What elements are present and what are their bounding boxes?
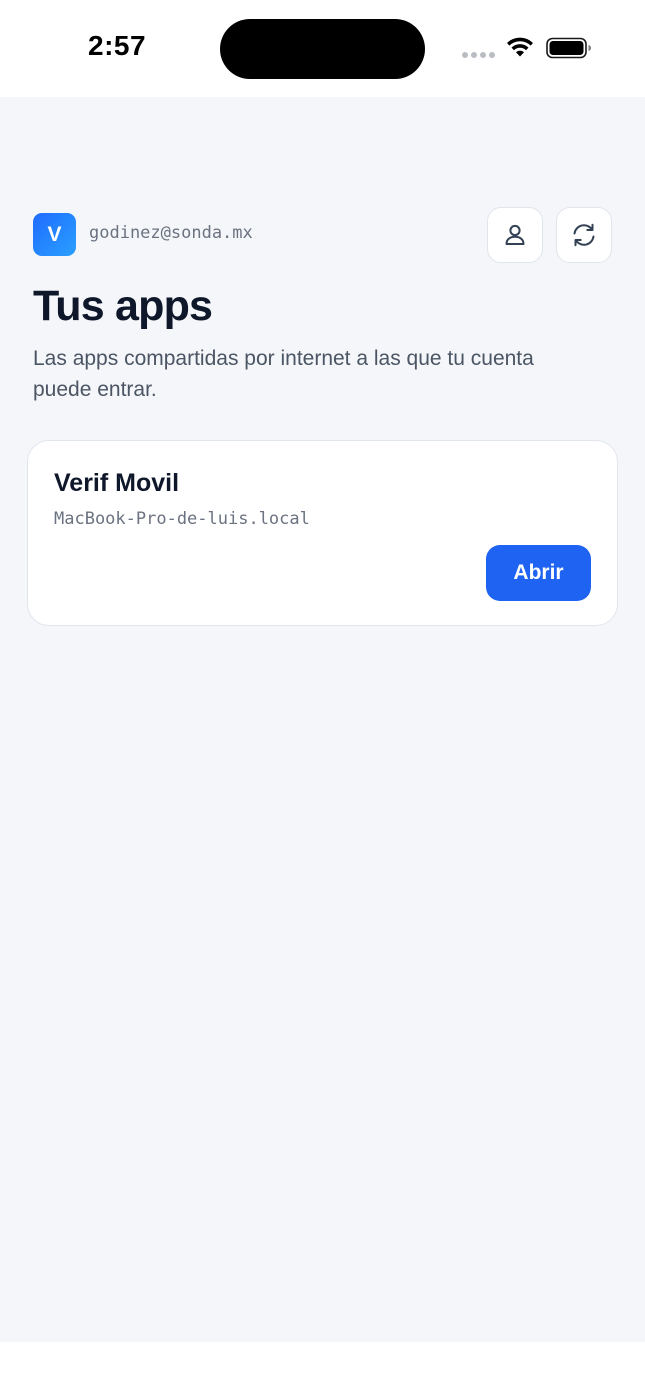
page-subtitle: Las apps compartidas por internet a las … — [33, 347, 534, 401]
refresh-button[interactable] — [556, 207, 612, 263]
account-button[interactable] — [487, 207, 543, 263]
page-title: Tus apps — [33, 282, 213, 330]
wifi-icon — [507, 37, 533, 57]
home-indicator-area — [0, 1342, 645, 1398]
status-time: 2:57 — [88, 30, 147, 61]
app-card: Verif Movil MacBook-Pro-de-luis.local Ab… — [27, 440, 618, 626]
battery-icon — [546, 37, 591, 59]
refresh-icon — [573, 223, 595, 247]
avatar: V — [33, 213, 76, 256]
app-name: Verif Movil — [54, 469, 180, 497]
phone-screen: 2:57 V godinez@sonda.mx Tus apps Las app… — [0, 0, 645, 1398]
account-header: V godinez@sonda.mx — [33, 207, 612, 263]
account-email: godinez@sonda.mx — [89, 223, 253, 243]
main-content: V godinez@sonda.mx Tus apps Las apps com… — [0, 97, 645, 1342]
person-icon — [505, 224, 525, 245]
status-bar: 2:57 — [0, 0, 645, 97]
open-app-button[interactable]: Abrir — [486, 545, 591, 601]
app-host: MacBook-Pro-de-luis.local — [54, 509, 310, 529]
cellular-signal-icon — [462, 52, 495, 58]
dynamic-island — [220, 19, 425, 79]
